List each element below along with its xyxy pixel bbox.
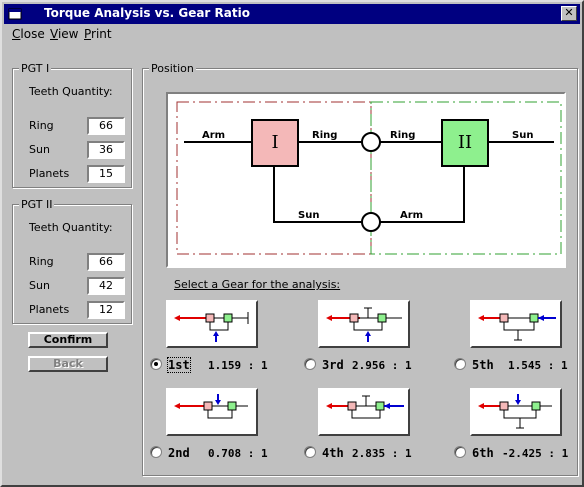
gear-5th-label[interactable]: 5th [472, 358, 494, 372]
gear-1st-label[interactable]: 1st [167, 357, 191, 373]
pgt1-sun-label: Sun [29, 143, 50, 156]
gear-3rd-diagram[interactable] [318, 300, 410, 348]
gear-2nd-radio[interactable] [150, 446, 162, 458]
gear-4th-ratio: 2.835 : 1 [352, 447, 412, 460]
gear-6th-diagram[interactable] [470, 388, 562, 436]
label-ring-1: Ring [312, 130, 337, 141]
menu-close[interactable]: Close [12, 27, 45, 41]
pgt2-box-label: II [458, 132, 472, 153]
gear-6th-radio[interactable] [454, 446, 466, 458]
window-title: Torque Analysis vs. Gear Ratio [44, 6, 250, 20]
gear-2nd-schematic-icon [174, 394, 248, 419]
pgt2-ring-label: Ring [29, 255, 54, 268]
pgt1-box-label: I [271, 132, 278, 153]
gear-1st-diagram[interactable] [166, 300, 258, 348]
gear-5th-diagram[interactable] [470, 300, 562, 348]
menu-view[interactable]: View [50, 27, 78, 41]
gear-6th-label[interactable]: 6th [472, 446, 494, 460]
pgt1-planets-field[interactable]: 15 [87, 165, 125, 183]
label-sun-right: Sun [512, 130, 533, 141]
gear-3rd-ratio: 2.956 : 1 [352, 359, 412, 372]
app-icon [8, 8, 22, 20]
pgt1-ring-field[interactable]: 66 [87, 117, 125, 135]
gear-2nd-label[interactable]: 2nd [168, 446, 190, 460]
pgt2-planets-label: Planets [29, 303, 70, 316]
close-window-button[interactable]: ✕ [561, 6, 577, 21]
pgt2-ring-field[interactable]: 66 [87, 253, 125, 271]
label-ring-2: Ring [390, 130, 415, 141]
pgt2-group: PGT II Teeth Quantity: Ring 66 Sun 42 Pl… [12, 198, 132, 324]
gear-4th-radio[interactable] [304, 446, 316, 458]
pgt1-heading: Teeth Quantity: [29, 85, 113, 98]
gear-5th-radio[interactable] [454, 358, 466, 370]
pgt2-sun-field[interactable]: 42 [87, 277, 125, 295]
select-gear-label: Select a Gear for the analysis: [174, 278, 341, 291]
gear-6th-ratio: -2.425 : 1 [502, 447, 569, 460]
confirm-button[interactable]: Confirm [28, 332, 108, 348]
gear-1st-ratio: 1.159 : 1 [208, 359, 268, 372]
label-sun-bottom: Sun [298, 210, 319, 221]
gear-2nd-diagram[interactable] [166, 388, 258, 436]
gear-3rd-label[interactable]: 3rd [322, 358, 344, 372]
gear-3rd-radio[interactable] [304, 358, 316, 370]
gear-4th-label[interactable]: 4th [322, 446, 344, 460]
gear-1st-schematic-icon [174, 312, 249, 342]
gear-3rd-schematic-icon [326, 307, 402, 342]
pgt2-sun-label: Sun [29, 279, 50, 292]
pgt2-planets-field[interactable]: 12 [87, 301, 125, 319]
position-legend: Position [149, 62, 196, 75]
menu-bar: Close View Print [4, 25, 580, 43]
coupling-bottom-icon [361, 212, 381, 232]
pgt2-heading: Teeth Quantity: [29, 221, 113, 234]
title-bar[interactable]: Torque Analysis vs. Gear Ratio ✕ [4, 4, 580, 24]
gear-diagram: I II Arm Ring Ring Sun Sun Arm [166, 92, 566, 268]
pgt1-planets-label: Planets [29, 167, 70, 180]
gear-2nd-ratio: 0.708 : 1 [208, 447, 268, 460]
gear-1st-radio[interactable] [150, 358, 162, 370]
menu-print[interactable]: Print [84, 27, 112, 41]
back-button[interactable]: Back [28, 356, 108, 372]
gear-5th-ratio: 1.545 : 1 [508, 359, 568, 372]
gear-5th-schematic-icon [478, 313, 556, 341]
pgt1-ring-label: Ring [29, 119, 54, 132]
pgt1-legend: PGT I [19, 62, 52, 75]
gear-6th-schematic-icon [478, 394, 552, 429]
pgt1-group: PGT I Teeth Quantity: Ring 66 Sun 36 Pla… [12, 62, 132, 188]
gear-4th-schematic-icon [326, 395, 404, 419]
label-arm-bottom: Arm [400, 210, 423, 221]
main-window: Torque Analysis vs. Gear Ratio ✕ Close V… [0, 0, 584, 487]
label-arm-left: Arm [202, 130, 225, 141]
pgt2-legend: PGT II [19, 198, 55, 211]
gear-4th-diagram[interactable] [318, 388, 410, 436]
coupling-top-icon [361, 132, 381, 152]
gear-diagram-svg: I II Arm Ring Ring Sun Sun Arm [176, 101, 562, 255]
pgt1-sun-field[interactable]: 36 [87, 141, 125, 159]
